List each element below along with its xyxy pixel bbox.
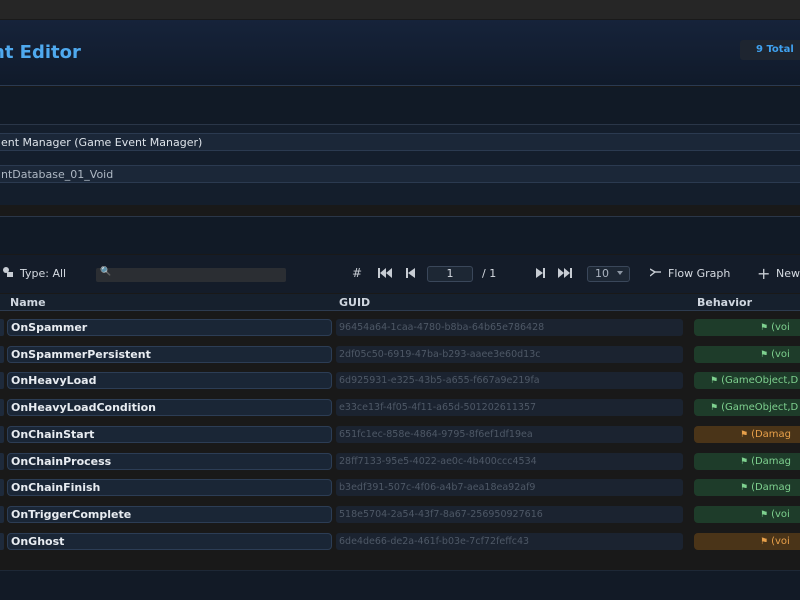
page-size-value: 10 <box>595 267 609 280</box>
table-row[interactable]: OnGhost 6de4de66-de2a-461f-b03e-7cf72feff… <box>0 528 800 555</box>
behavior-button[interactable]: ⚑ (Damag <box>694 425 800 443</box>
behavior-flag-icon: ⚑ <box>760 509 769 520</box>
row-handle[interactable] <box>0 479 4 497</box>
column-name[interactable]: Name <box>10 296 46 309</box>
event-name-field[interactable]: OnTriggerComplete <box>7 505 332 523</box>
event-guid-field: 6de4de66-de2a-461f-b03e-7cf72feffc43 <box>336 532 683 550</box>
last-page-icon[interactable] <box>558 267 572 281</box>
footer-bar <box>0 570 800 600</box>
event-name-field[interactable]: OnSpammer <box>7 319 332 336</box>
event-guid-field: e33ce13f-4f05-4f11-a65d-501202611357 <box>336 399 683 417</box>
event-toolbar: Type: All 🔍 # 1 / 1 10 Flow Graph + New <box>0 255 800 293</box>
row-handle[interactable] <box>0 399 4 417</box>
row-handle[interactable] <box>0 505 4 523</box>
event-guid-field: 6d925931-e325-43b5-a655-f667a9e219fa <box>336 372 683 390</box>
next-page-icon[interactable] <box>535 267 545 281</box>
column-behavior[interactable]: Behavior <box>697 296 752 309</box>
page-number-input[interactable]: 1 <box>427 266 473 282</box>
behavior-flag-icon: ⚑ <box>760 349 769 360</box>
type-filter-icon[interactable] <box>2 266 14 281</box>
behavior-signature: (Damag <box>751 428 792 440</box>
row-handle[interactable] <box>0 345 4 363</box>
first-page-icon[interactable] <box>378 267 392 281</box>
event-name-field[interactable]: OnChainProcess <box>7 452 332 470</box>
behavior-flag-icon: ⚑ <box>740 456 749 467</box>
section-header-band <box>0 87 800 124</box>
behavior-flag-icon: ⚑ <box>740 429 749 440</box>
behavior-signature: (voi <box>771 535 790 547</box>
behavior-flag-icon: ⚑ <box>760 323 769 333</box>
row-handle[interactable] <box>0 372 4 390</box>
manager-field[interactable]: ent Manager (Game Event Manager) <box>0 133 800 151</box>
type-filter-label[interactable]: Type: All <box>20 267 66 280</box>
behavior-button[interactable]: ⚑ (voi <box>694 505 800 523</box>
grid-jump-icon[interactable]: # <box>352 266 362 280</box>
table-row[interactable]: OnChainProcess 28ff7133-95e5-4022-ae0c-4b… <box>0 448 800 475</box>
behavior-button[interactable]: ⚑ (voi <box>694 532 800 550</box>
section-header-band <box>0 217 800 254</box>
event-guid-field: 651fc1ec-858e-4864-9795-8f6ef1df19ea <box>336 425 683 443</box>
event-guid-field: b3edf391-507c-4f06-a4b7-aea18ea92af9 <box>336 479 683 497</box>
table-row[interactable]: OnHeavyLoad 6d925931-e325-43b5-a655-f667a… <box>0 367 800 394</box>
behavior-signature: (voi <box>771 322 790 333</box>
chevron-down-icon <box>617 271 623 275</box>
row-handle[interactable] <box>0 425 4 443</box>
behavior-signature: (GameObject,D <box>721 375 799 387</box>
event-guid-field: 96454a64-1caa-4780-b8ba-64b65e786428 <box>336 319 683 336</box>
behavior-button[interactable]: ⚑ (voi <box>694 319 800 336</box>
settings-panel: ent Manager (Game Event Manager) ntDatab… <box>0 125 800 205</box>
behavior-button[interactable]: ⚑ (GameObject,D <box>694 399 800 417</box>
behavior-signature: (Damag <box>751 482 792 494</box>
page-title: nt Editor <box>0 42 81 63</box>
table-row[interactable]: OnChainFinish b3edf391-507c-4f06-a4b7-aea… <box>0 474 800 501</box>
column-guid[interactable]: GUID <box>339 296 370 309</box>
event-name-field[interactable]: OnChainFinish <box>7 479 332 497</box>
search-input[interactable]: 🔍 <box>96 267 286 282</box>
plus-icon[interactable]: + <box>757 264 770 283</box>
flow-graph-button[interactable]: Flow Graph <box>668 267 730 280</box>
total-count-badge: 9 Total <box>740 40 800 60</box>
behavior-signature: (Damag <box>751 455 792 467</box>
table-header: Name GUID Behavior <box>0 294 800 311</box>
behavior-signature: (voi <box>771 508 790 520</box>
event-guid-field: 28ff7133-95e5-4022-ae0c-4b400ccc4534 <box>336 452 683 470</box>
event-name-field[interactable]: OnGhost <box>7 532 332 550</box>
event-name-field[interactable]: OnHeavyLoad <box>7 372 332 390</box>
flow-graph-icon[interactable] <box>649 267 661 281</box>
behavior-button[interactable]: ⚑ (GameObject,D <box>694 372 800 390</box>
event-name-field[interactable]: OnChainStart <box>7 425 332 443</box>
event-name-field[interactable]: OnHeavyLoadCondition <box>7 399 332 417</box>
page-size-select[interactable]: 10 <box>587 266 630 282</box>
row-handle[interactable] <box>0 532 4 550</box>
behavior-flag-icon: ⚑ <box>740 483 749 494</box>
table-row[interactable]: OnChainStart 651fc1ec-858e-4864-9795-8f6e… <box>0 421 800 448</box>
behavior-flag-icon: ⚑ <box>710 403 719 414</box>
prev-page-icon[interactable] <box>406 267 416 281</box>
page-total-label: / 1 <box>482 267 497 280</box>
behavior-signature: (GameObject,D <box>721 402 799 414</box>
row-handle[interactable] <box>0 319 4 336</box>
row-handle[interactable] <box>0 452 4 470</box>
new-event-button[interactable]: New <box>776 267 800 280</box>
behavior-button[interactable]: ⚑ (Damag <box>694 452 800 470</box>
table-row[interactable]: OnSpammer 96454a64-1caa-4780-b8ba-64b65e7… <box>0 314 800 341</box>
behavior-flag-icon: ⚑ <box>760 536 769 547</box>
event-guid-field: 518e5704-2a54-43f7-8a67-256950927616 <box>336 505 683 523</box>
editor-header: nt Editor 9 Total <box>0 20 800 86</box>
behavior-button[interactable]: ⚑ (voi <box>694 345 800 363</box>
database-field[interactable]: ntDatabase_01_Void <box>0 165 800 183</box>
table-row[interactable]: OnHeavyLoadCondition e33ce13f-4f05-4f11-a… <box>0 394 800 421</box>
behavior-flag-icon: ⚑ <box>710 376 719 387</box>
search-icon: 🔍 <box>100 267 112 277</box>
event-guid-field: 2df05c50-6919-47ba-b293-aaee3e60d13c <box>336 345 683 363</box>
event-name-field[interactable]: OnSpammerPersistent <box>7 345 332 363</box>
behavior-signature: (voi <box>771 348 790 360</box>
table-row[interactable]: OnTriggerComplete 518e5704-2a54-43f7-8a67… <box>0 501 800 528</box>
table-row[interactable]: OnSpammerPersistent 2df05c50-6919-47ba-b2… <box>0 341 800 368</box>
window-top-strip <box>0 0 800 20</box>
behavior-button[interactable]: ⚑ (Damag <box>694 479 800 497</box>
